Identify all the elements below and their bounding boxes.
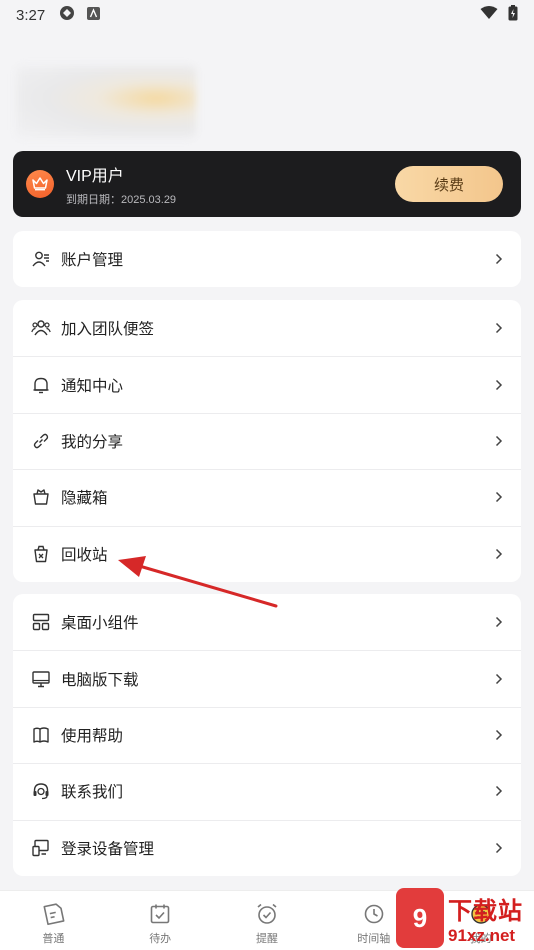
menu-item-label: 加入团队便签: [61, 321, 155, 339]
watermark-title: 下载站: [448, 897, 523, 925]
tab-label: 普通: [42, 933, 65, 945]
menu-item-contact-us[interactable]: 联系我们: [13, 763, 521, 819]
chevron-right-icon: [495, 321, 505, 335]
book-icon: [31, 725, 51, 745]
hidden-box-icon: [31, 487, 51, 507]
wifi-icon: [480, 6, 498, 24]
menu-item-notification-center[interactable]: 通知中心: [13, 356, 521, 412]
team-icon: [31, 318, 51, 338]
monitor-icon: [31, 669, 51, 689]
menu-item-label: 桌面小组件: [61, 615, 139, 633]
headset-icon: [31, 781, 51, 801]
menu-item-label: 联系我们: [61, 784, 124, 802]
chevron-right-icon: [495, 378, 505, 392]
bell-icon: [31, 375, 51, 395]
menu-item-desktop-widget[interactable]: 桌面小组件: [13, 594, 521, 650]
tab-todo[interactable]: 待办: [107, 891, 214, 950]
chevron-right-icon: [495, 490, 505, 504]
todo-icon: [147, 901, 173, 927]
watermark: 9 下载站 91xz.net: [396, 886, 534, 950]
menu-item-label: 使用帮助: [61, 727, 124, 745]
link-icon: [31, 431, 51, 451]
menu-item-label: 登录设备管理: [61, 840, 155, 858]
menu-item-hidden-box[interactable]: 隐藏箱: [13, 469, 521, 525]
menu-item-label: 隐藏箱: [61, 490, 108, 508]
tab-reminder[interactable]: 提醒: [214, 891, 321, 950]
chevron-right-icon: [495, 547, 505, 561]
chevron-right-icon: [495, 841, 505, 855]
user-list-icon: [31, 249, 51, 269]
vip-expire-date: 到期日期：2025.03.29: [66, 193, 177, 206]
chevron-right-icon: [495, 728, 505, 742]
menu-item-label: 账户管理: [61, 252, 124, 270]
battery-icon: [508, 5, 518, 25]
menu-item-recycle-bin[interactable]: 回收站: [13, 525, 521, 582]
app-notification-icon: [87, 6, 101, 24]
menu-item-label: 通知中心: [61, 377, 124, 395]
chevron-right-icon: [495, 434, 505, 448]
timeline-icon: [361, 901, 387, 927]
chevron-right-icon: [495, 672, 505, 686]
tab-label: 待办: [149, 933, 172, 945]
chevron-right-icon: [495, 784, 505, 798]
watermark-url: 91xz.net: [448, 925, 516, 945]
alarm-icon: [254, 901, 280, 927]
tab-label: 提醒: [255, 933, 278, 945]
chevron-right-icon: [495, 252, 505, 266]
widget-icon: [31, 612, 51, 632]
menu-item-my-share[interactable]: 我的分享: [13, 412, 521, 469]
avatar[interactable]: [16, 66, 196, 138]
menu-item-label: 电脑版下载: [61, 671, 139, 689]
menu-item-device-management[interactable]: 登录设备管理: [13, 819, 521, 876]
menu-item-account-management[interactable]: 账户管理: [13, 231, 521, 287]
vpn-icon: [59, 5, 75, 25]
renew-button[interactable]: 续费: [395, 166, 503, 202]
device-icon: [31, 838, 51, 858]
watermark-logo-icon: 9: [396, 888, 444, 948]
tab-normal[interactable]: 普通: [0, 891, 107, 950]
menu-item-label: 我的分享: [61, 433, 124, 451]
trash-icon: [31, 544, 51, 564]
menu-item-pc-download[interactable]: 电脑版下载: [13, 650, 521, 706]
tab-label: 时间轴: [357, 933, 391, 945]
crown-icon: [26, 170, 54, 198]
vip-card[interactable]: VIP用户 到期日期：2025.03.29 续费: [13, 151, 521, 217]
note-icon: [40, 901, 66, 927]
account-card: 账户管理: [13, 231, 521, 288]
status-time: 3:27: [16, 6, 46, 24]
status-bar: 3:27: [0, 0, 534, 30]
vip-title: VIP用户: [66, 167, 124, 185]
menu-item-label: 回收站: [61, 546, 108, 564]
main-menu-card: 加入团队便签 通知中心 我的分享 隐藏箱 回收站: [13, 300, 521, 582]
chevron-right-icon: [495, 615, 505, 629]
more-menu-card: 桌面小组件 电脑版下载 使用帮助 联系我们 登录设备管理: [13, 594, 521, 876]
menu-item-help[interactable]: 使用帮助: [13, 706, 521, 763]
menu-item-join-team[interactable]: 加入团队便签: [13, 300, 521, 356]
